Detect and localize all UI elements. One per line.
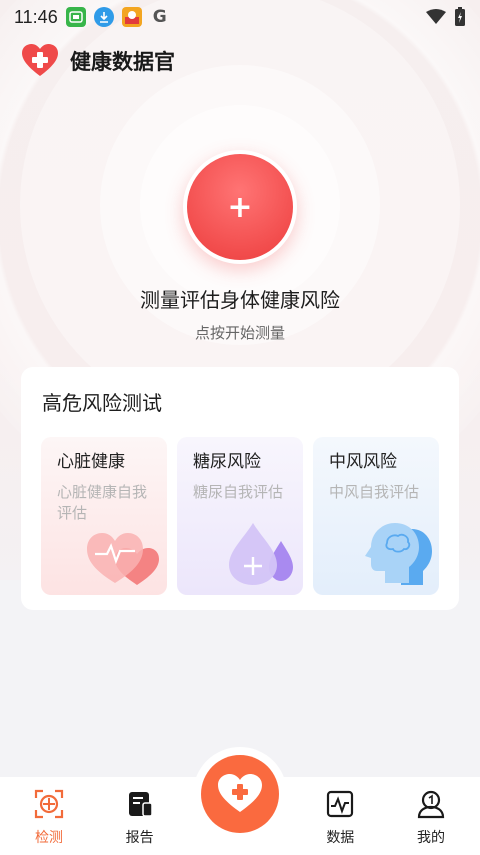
- risk-item-desc: 心脏健康自我评估: [57, 483, 148, 522]
- tab-label: 我的: [416, 830, 445, 846]
- risk-item-name: 中风风险: [329, 452, 397, 472]
- plus-icon: +: [187, 154, 293, 260]
- tab-profile[interactable]: 我的: [406, 777, 456, 855]
- detect-icon: [34, 789, 64, 819]
- tab-data[interactable]: 数据: [315, 777, 365, 855]
- tab-report[interactable]: 报告: [115, 777, 165, 855]
- tab-label: 数据: [326, 830, 355, 846]
- head-brain-icon: [365, 523, 432, 585]
- shopping-icon: [121, 7, 142, 27]
- blood-drop-icon: [229, 523, 293, 585]
- risk-item-stroke[interactable]: 中风风险 中风自我评估: [313, 437, 439, 595]
- high-risk-test-card: 高危风险测试 心脏健康 心脏健康自我评估 糖尿风险 糖尿自我评估 中风风险 中风…: [21, 367, 459, 610]
- hero-title: 测量评估身体健康风险: [140, 288, 340, 312]
- risk-item-name: 心脏健康: [57, 452, 125, 472]
- heart-plus-icon: [218, 774, 262, 812]
- tab-detect[interactable]: 检测: [24, 777, 74, 855]
- risk-item-desc: 糖尿自我评估: [193, 483, 284, 501]
- app-title: 健康数据官: [70, 50, 175, 74]
- data-chart-icon: [327, 790, 354, 818]
- risk-item-name: 糖尿风险: [193, 452, 261, 472]
- tab-label: 报告: [125, 830, 154, 846]
- status-time: 11:46: [14, 6, 58, 27]
- report-icon: [128, 792, 153, 817]
- download-icon: [93, 7, 114, 27]
- hero-subtitle: 点按开始测量: [194, 324, 285, 342]
- battery-icon: [455, 7, 465, 26]
- center-action-button[interactable]: [201, 755, 279, 833]
- profile-icon: [417, 790, 445, 819]
- tab-label: 检测: [35, 830, 63, 846]
- app-header: 健康数据官: [22, 44, 175, 78]
- wifi-icon: [426, 9, 446, 24]
- heart-plus-logo: [22, 44, 58, 76]
- app-icon: [65, 7, 86, 27]
- risk-item-heart[interactable]: 心脏健康 心脏健康自我评估: [41, 437, 167, 595]
- section-title: 高危风险测试: [42, 391, 162, 415]
- heart-pulse-icon: [87, 533, 159, 585]
- google-icon: G: [152, 7, 167, 27]
- status-bar: 11:46 G: [0, 0, 480, 34]
- risk-item-diabetes[interactable]: 糖尿风险 糖尿自我评估: [177, 437, 303, 595]
- risk-item-desc: 中风自我评估: [329, 483, 420, 501]
- start-measure-button[interactable]: +: [183, 150, 297, 264]
